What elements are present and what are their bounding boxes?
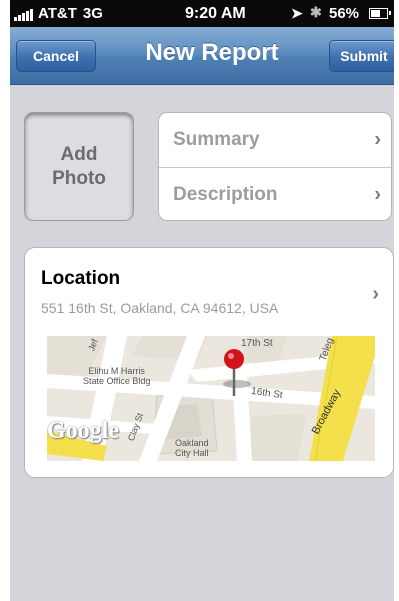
app-screen: AT&T 3G 9:20 AM ➤ ✱ 56% Cancel New Repor… xyxy=(10,0,394,601)
location-services-icon: ➤ xyxy=(291,5,303,21)
map-label-17th-st: 17th St xyxy=(241,338,273,349)
summary-row[interactable]: Summary › xyxy=(159,113,391,167)
clock: 9:20 AM xyxy=(185,5,246,22)
add-photo-label-line1: Add xyxy=(60,143,98,165)
battery-icon xyxy=(369,8,391,19)
google-logo: Google xyxy=(47,418,119,444)
location-title: Location xyxy=(41,268,121,289)
map-label-city-hall: Oakland City Hall xyxy=(175,438,209,458)
navigation-bar: Cancel New Report Submit xyxy=(10,27,394,85)
location-address: 551 16th St, Oakland, CA 94612, USA xyxy=(41,300,279,316)
summary-label: Summary xyxy=(173,129,260,150)
cancel-button[interactable]: Cancel xyxy=(16,40,96,72)
map-label-elihu-line1: Elihu M Harris xyxy=(88,366,145,376)
map-pin-icon xyxy=(224,349,244,396)
page-title: New Report xyxy=(145,39,279,66)
carrier-label: AT&T xyxy=(38,5,77,22)
location-map[interactable]: Jef 17th St Teleg Elihu M Harris State O… xyxy=(47,336,375,461)
description-label: Description xyxy=(173,183,278,205)
status-bar: AT&T 3G 9:20 AM ➤ ✱ 56% xyxy=(10,0,394,27)
network-type-label: 3G xyxy=(82,5,103,22)
map-label-city-hall-line1: Oakland xyxy=(175,438,209,448)
map-label-elihu-line2: State Office Bldg xyxy=(83,376,151,386)
chevron-right-icon: › xyxy=(374,128,381,151)
map-label-city-hall-line2: City Hall xyxy=(175,448,209,458)
device-frame: AT&T 3G 9:20 AM ➤ ✱ 56% Cancel New Repor… xyxy=(0,0,399,601)
bluetooth-icon: ✱ xyxy=(310,4,322,20)
report-fields-group: Summary › Description › xyxy=(158,112,392,221)
submit-button[interactable]: Submit xyxy=(329,40,394,72)
add-photo-label-line2: Photo xyxy=(52,167,106,189)
map-label-elihu: Elihu M Harris State Office Bldg xyxy=(83,366,150,386)
signal-strength-icon xyxy=(14,7,33,21)
description-row[interactable]: Description › xyxy=(159,167,391,220)
chevron-right-icon: › xyxy=(374,183,381,205)
add-photo-button[interactable]: Add Photo xyxy=(24,112,134,221)
location-card[interactable]: Location 551 16th St, Oakland, CA 94612,… xyxy=(24,247,394,478)
battery-percent: 56% xyxy=(329,5,360,22)
chevron-right-icon: › xyxy=(372,283,379,305)
